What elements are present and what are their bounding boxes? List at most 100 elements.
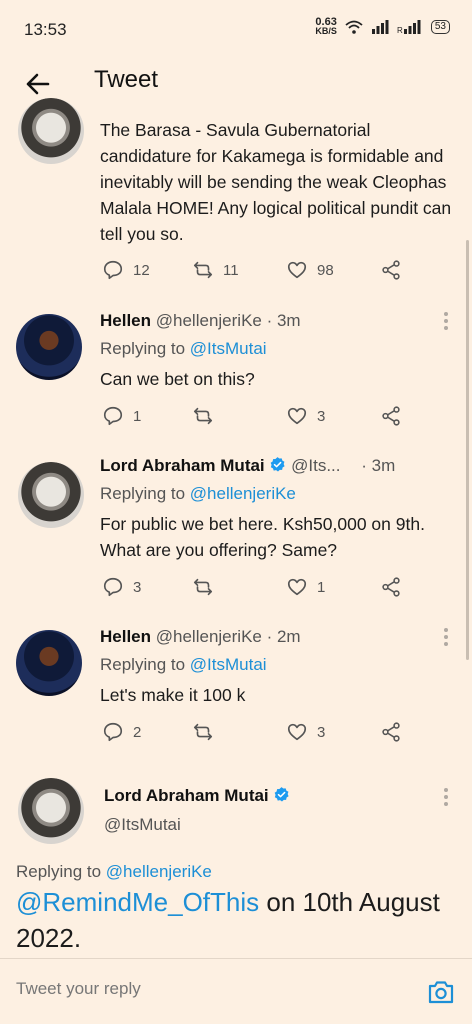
share-button[interactable] (380, 576, 402, 598)
back-arrow-icon (26, 73, 50, 95)
retweet-button[interactable]: 11 (192, 259, 239, 281)
net-speed-unit: KB/S (315, 26, 337, 36)
retweet-count: 11 (223, 261, 239, 279)
signal-icon-roaming: R (397, 20, 421, 34)
share-icon (382, 406, 400, 426)
reply-count: 1 (133, 407, 142, 425)
like-count: 3 (317, 407, 326, 425)
retweet-icon (193, 261, 213, 279)
avatar[interactable] (18, 462, 84, 528)
svg-text:R: R (397, 26, 403, 34)
replying-to-link[interactable]: @hellenjeriKe (190, 484, 296, 503)
tweet-time: · 3m (266, 311, 301, 330)
reply-button[interactable]: 12 (102, 259, 150, 281)
replying-label: Replying to (100, 655, 186, 674)
share-button[interactable] (380, 721, 402, 743)
mention-link[interactable]: @RemindMe_OfThis (16, 887, 259, 917)
reply-input[interactable]: Tweet your reply (16, 979, 141, 999)
reply-icon (103, 260, 123, 280)
main-tweet-handle: @ItsMutai (104, 815, 181, 835)
reply-button[interactable]: 3 (102, 576, 141, 598)
tweet-author: Lord Abraham Mutai @Its... · 3m (100, 456, 395, 476)
tweet-actions: 3 1 (100, 576, 410, 602)
retweet-button[interactable] (192, 576, 214, 598)
reply-button[interactable]: 2 (102, 721, 141, 743)
tweet-author: Hellen @hellenjeriKe · 2m (100, 627, 301, 647)
reply-count: 2 (133, 723, 142, 741)
main-tweet-author: Lord Abraham Mutai (104, 786, 290, 806)
replying-to-link[interactable]: @ItsMutai (190, 339, 267, 358)
tweet-time: · 3m (361, 456, 396, 475)
retweet-icon (193, 407, 213, 425)
tweet-text: Can we bet on this? (100, 369, 255, 389)
retweet-button[interactable] (192, 721, 214, 743)
more-options-button[interactable] (442, 626, 450, 648)
status-icons: 0.63 KB/S R 53 (315, 17, 450, 36)
scrollbar[interactable] (466, 240, 469, 660)
author-name: Hellen (100, 627, 152, 646)
replying-to: Replying to @ItsMutai (100, 655, 267, 675)
wifi-icon (345, 20, 363, 34)
camera-icon (428, 981, 454, 1004)
status-bar: 13:53 0.63 KB/S R 53 (0, 0, 472, 58)
reply-count: 12 (133, 261, 150, 279)
like-count: 3 (317, 723, 326, 741)
author-name: Lord Abraham Mutai (100, 456, 265, 475)
author-handle: @hellenjeriKe (155, 627, 262, 646)
tweet-text: For public we bet here. Ksh50,000 on 9th… (100, 514, 425, 560)
like-icon (287, 723, 307, 741)
tweet-actions: 12 11 98 (100, 259, 410, 285)
avatar[interactable] (18, 98, 84, 164)
replying-label: Replying to (100, 339, 186, 358)
status-time: 13:53 (24, 20, 67, 39)
avatar[interactable] (16, 314, 82, 380)
share-icon (382, 577, 400, 597)
like-icon (287, 578, 307, 596)
like-button[interactable]: 3 (286, 721, 325, 743)
replying-to: Replying to @hellenjeriKe (16, 862, 212, 882)
reply-button[interactable]: 1 (102, 405, 141, 427)
reply-count: 3 (133, 578, 142, 596)
back-button[interactable] (20, 66, 56, 102)
share-button[interactable] (380, 405, 402, 427)
avatar[interactable] (16, 630, 82, 696)
tweet-text: Let's make it 100 k (100, 685, 246, 705)
page-title: Tweet (94, 66, 159, 93)
more-options-button[interactable] (442, 786, 450, 808)
like-icon (287, 407, 307, 425)
camera-button[interactable] (426, 977, 456, 1007)
replying-to: Replying to @ItsMutai (100, 339, 267, 359)
like-icon (287, 261, 307, 279)
like-button[interactable]: 1 (286, 576, 325, 598)
verified-icon (271, 457, 285, 472)
tweet-actions: 2 3 (100, 721, 410, 747)
battery-indicator: 53 (430, 20, 450, 34)
retweet-icon (193, 723, 213, 741)
author-name: Hellen (100, 311, 152, 330)
reply-icon (103, 577, 123, 597)
replying-to-link[interactable]: @ItsMutai (190, 655, 267, 674)
tweet-time: · 2m (266, 627, 301, 646)
retweet-button[interactable] (192, 405, 214, 427)
like-button[interactable]: 3 (286, 405, 325, 427)
main-tweet-text: @RemindMe_OfThis on 10th August 2022. (16, 884, 456, 956)
replying-label: Replying to (100, 484, 186, 503)
tweet-author: Hellen @hellenjeriKe · 3m (100, 311, 301, 331)
avatar[interactable] (18, 778, 84, 844)
share-icon (382, 722, 400, 742)
author-handle: @hellenjeriKe (155, 311, 262, 330)
like-button[interactable]: 98 (286, 259, 334, 281)
tweet-actions: 1 3 (100, 405, 410, 431)
author-handle: @ItsMutai (104, 815, 181, 834)
author-name: Lord Abraham Mutai (104, 786, 269, 805)
signal-icon (371, 20, 389, 34)
share-button[interactable] (380, 259, 402, 281)
replying-to-link[interactable]: @hellenjeriKe (106, 862, 212, 881)
replying-label: Replying to (16, 862, 102, 881)
share-icon (382, 260, 400, 280)
more-options-button[interactable] (442, 310, 450, 332)
reply-icon (103, 406, 123, 426)
reply-icon (103, 722, 123, 742)
tweet-text: The Barasa - Savula Gubernatorial candid… (100, 120, 452, 244)
retweet-icon (193, 578, 213, 596)
